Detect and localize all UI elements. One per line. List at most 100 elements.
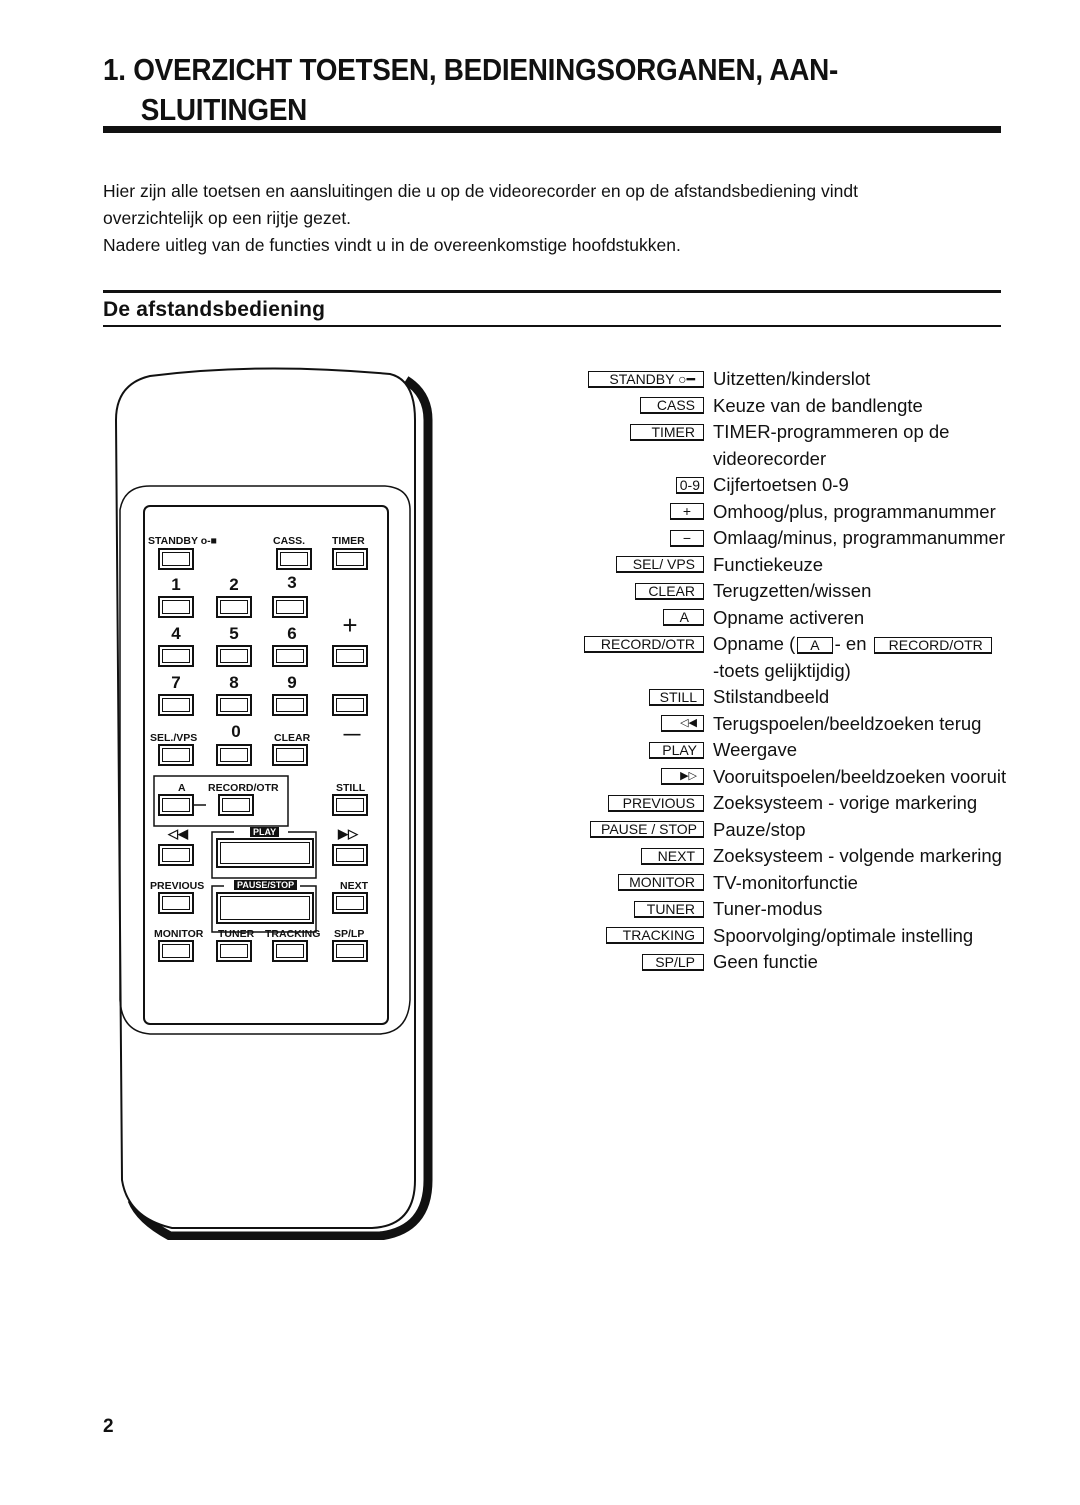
title-rule (103, 126, 1001, 133)
remote-button-next[interactable] (332, 892, 368, 914)
fast-forward-icon: ▶▷ (338, 826, 358, 841)
key-pause-stop: PAUSE / STOP (590, 821, 704, 839)
remote-label-0: 0 (231, 722, 241, 741)
legend-row: -toets gelijktijdig) (540, 658, 1060, 685)
remote-button-pausestop[interactable] (216, 892, 314, 924)
remote-button-still[interactable] (332, 794, 368, 816)
legend-row: CASS Keuze van de bandlengte (540, 393, 1060, 420)
key-timer: TIMER (630, 423, 704, 441)
legend-desc: videorecorder (713, 447, 827, 469)
remote-button-4[interactable] (158, 645, 194, 667)
key-next: NEXT (640, 847, 704, 865)
remote-label-play: PLAY (250, 826, 280, 838)
remote-label-monitor: MONITOR (154, 928, 204, 940)
key-minus: − (669, 529, 704, 547)
key-digits: 0-9 (675, 476, 704, 494)
key-record-otr-inline: RECORD/OTR (873, 637, 992, 655)
legend-row: STILL Stilstandbeeld (540, 684, 1060, 711)
legend-desc: Weergave (713, 739, 797, 761)
remote-button-tracking[interactable] (272, 940, 308, 962)
remote-label-2: 2 (229, 575, 239, 594)
remote-label-7: 7 (171, 673, 181, 692)
remote-label-splp: SP/LP (334, 928, 365, 940)
remote-label-cass: CASS. (273, 535, 306, 547)
key-previous: PREVIOUS (607, 794, 704, 812)
remote-button-tuner[interactable] (216, 940, 252, 962)
remote-label-tracking: TRACKING (265, 928, 321, 940)
remote-button-record[interactable] (218, 794, 254, 816)
remote-button-2[interactable] (216, 596, 252, 618)
remote-button-7[interactable] (158, 694, 194, 716)
legend-row: 0-9 Cijfertoetsen 0-9 (540, 472, 1060, 499)
remote-button-a[interactable] (158, 794, 194, 816)
legend-desc: Omhoog/plus, programmanummer (713, 500, 996, 522)
key-plus: + (669, 503, 704, 521)
remote-button-6[interactable] (272, 645, 308, 667)
remote-label-pausestop: PAUSE/STOP (234, 879, 298, 891)
rewind-icon: ◁◀ (168, 826, 188, 841)
remote-button-play[interactable] (216, 838, 314, 868)
remote-label-4: 4 (171, 624, 181, 643)
legend-row: CLEAR Terugzetten/wissen (540, 578, 1060, 605)
section-title: De afstandsbediening (103, 298, 326, 321)
key-rewind: ◁◀ (661, 715, 704, 733)
remote-button-8[interactable] (216, 694, 252, 716)
key-icon: o-■ (200, 535, 217, 547)
remote-button-cass[interactable] (276, 548, 312, 570)
legend-desc: Pauze/stop (713, 818, 806, 840)
remote-button-3[interactable] (272, 596, 308, 618)
legend-desc: Opname (A - en RECORD/OTR (713, 633, 994, 655)
legend-desc: Stilstandbeeld (713, 686, 830, 708)
legend-row: ◁◀ Terugspoelen/beeldzoeken terug (540, 711, 1060, 738)
remote-label-3: 3 (287, 573, 297, 592)
remote-button-5[interactable] (216, 645, 252, 667)
key-tuner: TUNER (633, 900, 704, 918)
legend-row: NEXT Zoeksysteem - volgende markering (540, 843, 1060, 870)
remote-label-1: 1 (171, 575, 181, 594)
page-number: 2 (103, 1416, 114, 1437)
key-a: A (662, 609, 704, 627)
legend-row: TRACKING Spoorvolging/optimale instellin… (540, 923, 1060, 950)
remote-button-splp[interactable] (332, 940, 368, 962)
key-clear: CLEAR (635, 582, 704, 600)
remote-button-clear[interactable] (272, 744, 308, 766)
remote-button-standby[interactable] (158, 548, 194, 570)
key-standby: STANDBY ○━ (588, 370, 704, 388)
remote-button-monitor[interactable] (158, 940, 194, 962)
legend-row: + Omhoog/plus, programmanummer (540, 499, 1060, 526)
remote-button-timer[interactable] (332, 548, 368, 570)
remote-button-0[interactable] (216, 744, 252, 766)
legend-desc: Vooruitspoelen/beeldzoeken vooruit (713, 765, 1007, 787)
legend-row: TUNER Tuner-modus (540, 896, 1060, 923)
remote-label-6: 6 (287, 624, 297, 643)
remote-label-a: A (178, 782, 186, 794)
remote-button-selvps[interactable] (158, 744, 194, 766)
intro-line: overzichtelijk op een rijtje gezet. (103, 208, 352, 228)
remote-label-timer: TIMER (332, 535, 365, 547)
legend-row: RECORD/OTR Opname (A - en RECORD/OTR (540, 631, 1060, 658)
key-monitor: MONITOR (618, 874, 704, 892)
remote-button-rewind[interactable] (158, 844, 194, 866)
section-rule-top (103, 290, 1001, 293)
remote-button-9[interactable] (272, 694, 308, 716)
remote-button-1[interactable] (158, 596, 194, 618)
key-record-otr: RECORD/OTR (583, 635, 704, 653)
legend-desc: Spoorvolging/optimale instelling (713, 924, 974, 946)
remote-label-previous: PREVIOUS (150, 880, 205, 892)
legend-row: SEL/ VPS Functiekeuze (540, 552, 1060, 579)
remote-button-plus[interactable] (332, 645, 368, 667)
legend-row: videorecorder (540, 446, 1060, 473)
remote-button-previous[interactable] (158, 892, 194, 914)
legend-desc: Zoeksysteem - vorige markering (713, 792, 978, 814)
legend-row: ▶▷ Vooruitspoelen/beeldzoeken vooruit (540, 764, 1060, 791)
key-splp: SP/LP (642, 953, 704, 971)
key-a-inline: A (797, 637, 833, 655)
remote-button-fast-forward[interactable] (332, 844, 368, 866)
key-legend: STANDBY ○━ Uitzetten/kinderslot CASS Keu… (540, 366, 1060, 976)
intro-paragraph: Hier zijn alle toetsen en aansluitingen … (103, 178, 1013, 259)
legend-row: PLAY Weergave (540, 737, 1060, 764)
remote-button-minus[interactable] (332, 694, 368, 716)
key-icon: ○━ (678, 370, 695, 387)
legend-desc: Opname activeren (713, 606, 865, 628)
remote-label-standby: STANDBY o-■ (148, 535, 217, 547)
